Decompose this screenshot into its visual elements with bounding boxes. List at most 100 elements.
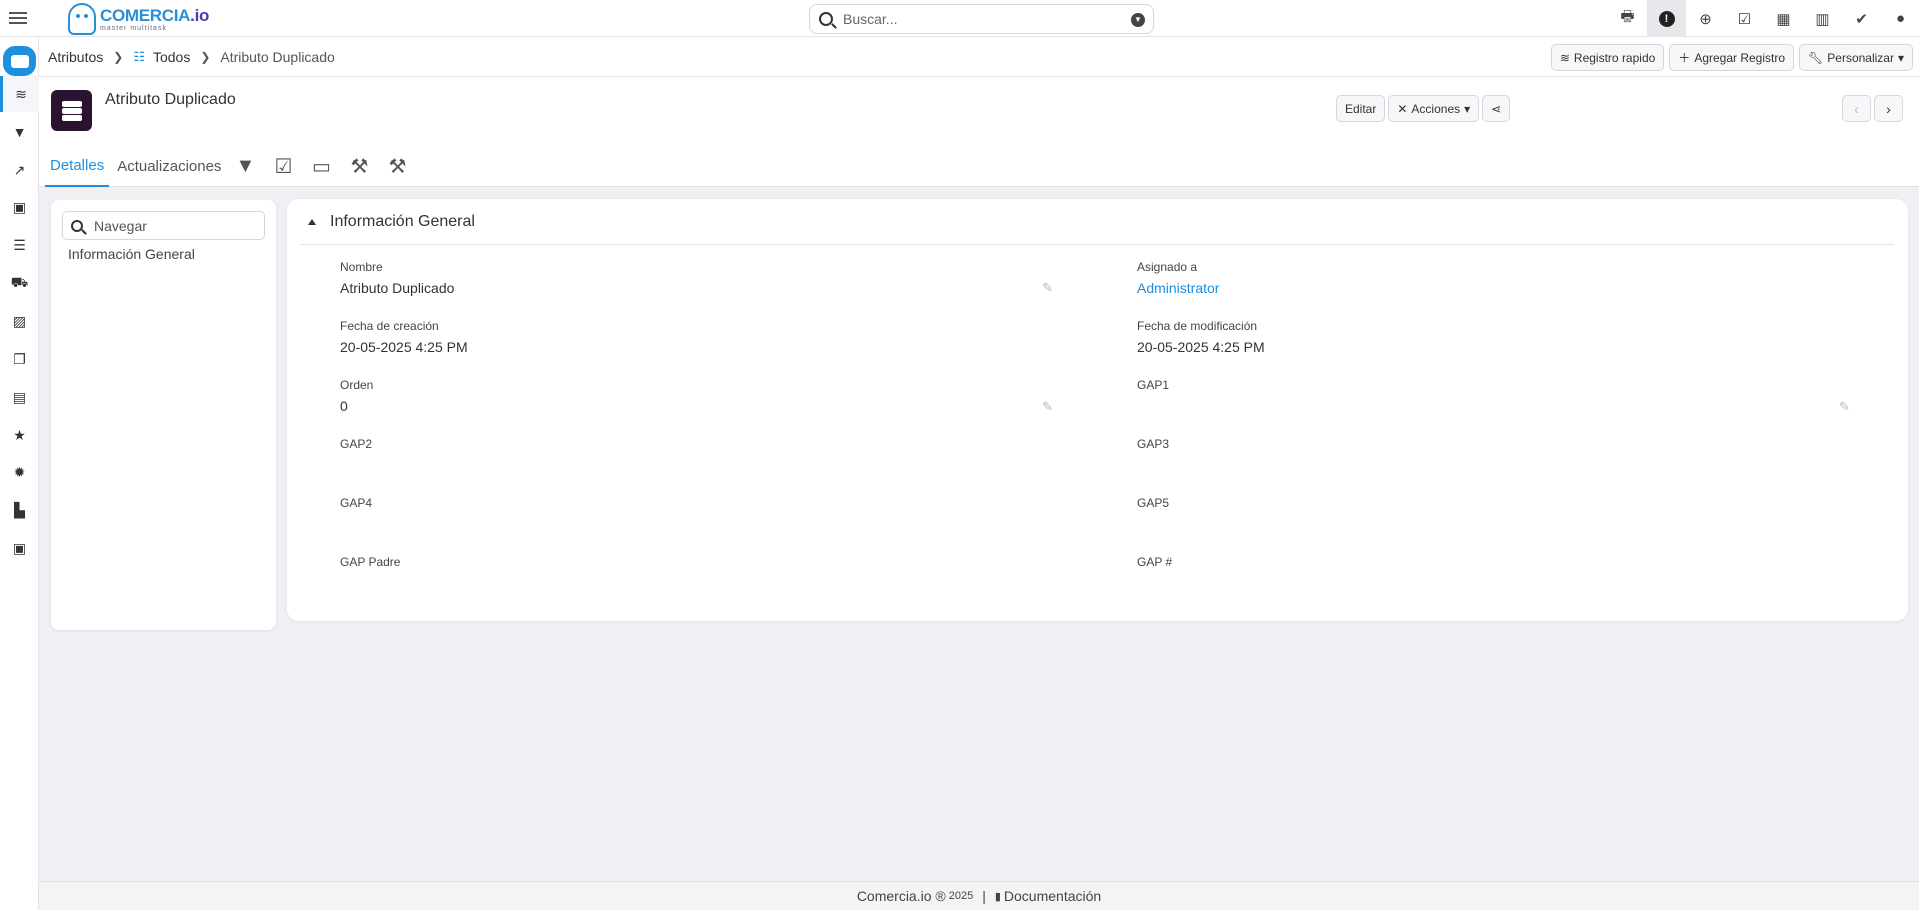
actions-dropdown-button[interactable]: ✕ Acciones ▾ xyxy=(1388,95,1480,122)
checkbox-icon[interactable]: ✔ xyxy=(1842,0,1881,37)
hammer-icon[interactable]: ⚒ xyxy=(340,145,378,187)
plus-icon: ＋ xyxy=(1678,51,1691,65)
navigator-item-informacion-general[interactable]: Información General xyxy=(68,246,195,262)
filter-icon[interactable]: ▼ xyxy=(226,145,264,187)
field-gap3: GAP3 xyxy=(1137,437,1857,475)
sidebar-item-gifts[interactable]: ▣ xyxy=(0,530,39,566)
field-label: GAP2 xyxy=(340,437,373,451)
search-input[interactable] xyxy=(843,11,1113,27)
pencil-icon[interactable]: ✎ xyxy=(1839,399,1850,415)
quick-record-button[interactable]: ≋ Registro rapido xyxy=(1550,44,1665,71)
section-title: Información General xyxy=(330,212,475,230)
box-open-icon[interactable]: ▭ xyxy=(302,145,340,187)
previous-record-button[interactable]: ‹ xyxy=(1842,95,1871,122)
field-value xyxy=(340,575,1060,593)
bar-chart-icon[interactable]: ▥ xyxy=(1803,0,1842,37)
sidebar-item-filter[interactable]: ▼ xyxy=(0,114,39,150)
app-logo[interactable]: COMERCIA.io master multitask xyxy=(68,2,209,36)
images-icon: ▨ xyxy=(12,312,27,329)
field-value xyxy=(1137,575,1857,593)
logo-tagline: master multitask xyxy=(100,24,167,32)
sidebar-item-images[interactable]: ▨ xyxy=(0,303,39,339)
field-orden: Orden 0 xyxy=(340,378,1060,416)
breadcrumb-current: Atributo Duplicado xyxy=(220,49,335,65)
hammer-icon[interactable]: ⚒ xyxy=(378,145,416,187)
tab-updates[interactable]: Actualizaciones xyxy=(112,145,226,187)
record-actions: Editar ✕ Acciones ▾ ⋖ xyxy=(1336,95,1511,122)
page-title: Atributo Duplicado xyxy=(105,91,236,108)
caret-down-icon: ▾ xyxy=(1897,50,1904,65)
section-header[interactable]: Información General xyxy=(300,199,1894,245)
sidebar-item-copies[interactable]: ❐ xyxy=(0,341,39,377)
search-icon xyxy=(71,219,83,232)
pencil-icon[interactable]: ✎ xyxy=(1042,399,1053,415)
sidebar-item-warehouse[interactable]: ▙ xyxy=(0,492,39,528)
plus-circle-icon[interactable]: ⊕ xyxy=(1686,0,1725,37)
cash-register-icon[interactable]: 🖶 xyxy=(1608,0,1647,37)
assigned-user-link[interactable]: Administrator xyxy=(1137,280,1857,298)
calendar-check-icon[interactable]: ☑ xyxy=(1725,0,1764,37)
global-search[interactable]: ▼ xyxy=(809,4,1154,34)
sidebar-item-star[interactable]: ★ xyxy=(0,417,39,453)
documentation-link[interactable]: Documentación xyxy=(1004,888,1101,904)
checkbox-icon[interactable]: ☑ xyxy=(264,145,302,187)
pencil-icon[interactable]: ✎ xyxy=(1042,280,1053,296)
star-icon: ★ xyxy=(13,426,26,443)
field-gap-num: GAP # xyxy=(1137,555,1857,593)
search-icon xyxy=(819,12,833,26)
caret-down-icon: ▾ xyxy=(1464,101,1471,116)
edit-button[interactable]: Editar xyxy=(1336,95,1386,122)
field-label: Asignado a xyxy=(1137,260,1198,274)
share-button[interactable]: ⋖ xyxy=(1482,95,1511,122)
sidebar-item-gift[interactable]: ▣ xyxy=(0,189,39,225)
layers-icon: ≋ xyxy=(15,85,27,102)
wrench-icon: 🔧︎ xyxy=(1808,50,1824,65)
field-nombre: Nombre Atributo Duplicado xyxy=(340,260,1060,298)
field-label: GAP1 xyxy=(1137,378,1170,392)
field-value: 20-05-2025 4:25 PM xyxy=(1137,339,1265,355)
next-record-button[interactable]: › xyxy=(1874,95,1903,122)
customize-button[interactable]: 🔧︎ Personalizar ▾ xyxy=(1799,44,1913,71)
sidebar-item-cart[interactable]: ⛟ xyxy=(0,265,39,301)
detail-panel: Información General Nombre Atributo Dupl… xyxy=(287,199,1908,621)
field-label: Fecha de modificación xyxy=(1137,319,1258,333)
sidebar-item-list[interactable]: ☰ xyxy=(0,227,39,263)
field-label: GAP3 xyxy=(1137,437,1170,451)
record-header: Atributo Duplicado Editar ✕ Acciones ▾ ⋖ ‹… xyxy=(39,77,1919,187)
breadcrumb-bar: Atributos ❯ ☷ Todos ❯ Atributo Duplicado… xyxy=(39,37,1919,77)
toolbar-actions: ≋ Registro rapido ＋ Agregar Registro 🔧︎ Per… xyxy=(1550,44,1913,71)
field-value xyxy=(340,457,1060,475)
layers-icon: ≋ xyxy=(1559,50,1570,65)
user-icon[interactable]: ● xyxy=(1881,0,1919,37)
navigator-search-input[interactable] xyxy=(94,217,254,234)
field-gap5: GAP5 xyxy=(1137,496,1857,534)
logo-name: COMERCIA.io xyxy=(100,5,210,25)
sidebar-item-chart[interactable]: ↗ xyxy=(0,152,39,188)
chevron-right-icon: ❯ xyxy=(200,50,211,64)
swatch-icon: ▤ xyxy=(12,388,27,405)
hamburger-menu-icon[interactable] xyxy=(9,9,27,27)
alert-icon[interactable]: ! xyxy=(1647,0,1686,37)
caret-up-icon xyxy=(308,218,316,225)
sidebar-item-badge[interactable]: ✹ xyxy=(0,454,39,490)
field-value xyxy=(340,516,1060,534)
sidebar-item-layers[interactable]: ≋ xyxy=(0,76,39,112)
breadcrumb: Atributos ❯ ☷ Todos ❯ Atributo Duplicado xyxy=(48,37,335,77)
sidebar-item-swatches[interactable]: ▤ xyxy=(0,379,39,415)
field-value: 0 xyxy=(340,398,348,414)
badge-icon: ✹ xyxy=(13,463,26,480)
store-home-icon[interactable] xyxy=(3,46,36,76)
chevron-down-icon[interactable]: ▼ xyxy=(1131,13,1145,27)
navigator-search[interactable] xyxy=(62,211,265,240)
calendar-icon[interactable]: ▦ xyxy=(1764,0,1803,37)
breadcrumb-module[interactable]: Atributos xyxy=(48,49,103,65)
top-bar: COMERCIA.io master multitask ▼ 🖶 ! ⊕ ☑ ▦… xyxy=(0,0,1919,37)
field-fecha-modificacion: Fecha de modificación 20-05-2025 4:25 PM xyxy=(1137,319,1857,357)
tab-details[interactable]: Detalles xyxy=(45,145,110,187)
field-value xyxy=(1137,516,1857,534)
record-tabs: Detalles Actualizaciones ▼ ☑ ▭ ⚒ ⚒ xyxy=(45,145,416,187)
field-gap1: GAP1 xyxy=(1137,378,1857,416)
top-icon-bar: 🖶 ! ⊕ ☑ ▦ ▥ ✔ ● xyxy=(1608,0,1919,37)
add-record-button[interactable]: ＋ Agregar Registro xyxy=(1669,44,1795,71)
breadcrumb-list[interactable]: Todos xyxy=(153,49,190,65)
